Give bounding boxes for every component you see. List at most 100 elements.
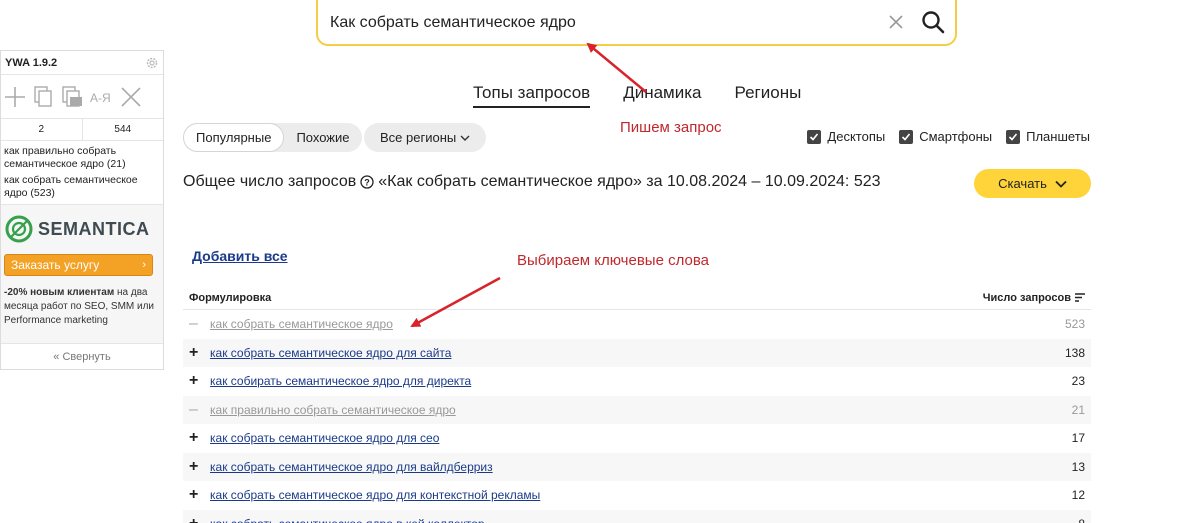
order-service-label: Заказать услугу: [11, 258, 100, 272]
promo-bold: -20% новым клиентам: [4, 287, 115, 298]
device-desktop[interactable]: Десктопы: [807, 129, 885, 144]
ywa-title: YWA 1.9.2: [5, 56, 58, 69]
table-row[interactable]: + как собирать семантическое ядро для дир…: [183, 367, 1091, 396]
add-all-link[interactable]: Добавить все: [192, 248, 288, 264]
promo-text: -20% новым клиентам на два месяца работ …: [4, 286, 160, 328]
svg-text:?: ?: [365, 178, 371, 188]
ywa-panel: YWA 1.9.2 А-Я 2 544 как правильно собрат…: [0, 50, 164, 370]
tabs: Топы запросов Динамика Регионы: [473, 83, 801, 108]
device-desktop-label: Десктопы: [827, 129, 886, 144]
query-phrase-link[interactable]: как собрать семантическое ядро для вайлд…: [210, 460, 1072, 474]
device-filters: Десктопы Смартфоны Планшеты: [807, 129, 1090, 144]
segment-popular[interactable]: Популярные: [183, 123, 285, 152]
checkbox-checked-icon[interactable]: [1006, 129, 1021, 144]
plus-icon[interactable]: +: [189, 515, 210, 523]
plus-icon[interactable]: +: [189, 486, 210, 504]
semantica-logo-icon: [5, 215, 33, 243]
gear-icon[interactable]: [145, 56, 159, 70]
region-label: Все регионы: [380, 130, 457, 145]
arrow-right-icon: ›: [142, 259, 146, 271]
ywa-toolbar: А-Я: [1, 75, 163, 119]
table-row[interactable]: + как собрать семантическое ядро для сео 1…: [183, 424, 1091, 453]
region-dropdown[interactable]: Все регионы: [364, 123, 487, 152]
plus-icon[interactable]: +: [189, 372, 210, 390]
table-row[interactable]: – как правильно собрать семантическое ядр…: [183, 395, 1091, 424]
checkbox-checked-icon[interactable]: [807, 129, 822, 144]
table-row[interactable]: +как собрать семантическое ядро в кей ко…: [183, 509, 1091, 523]
search-input[interactable]: [330, 12, 870, 34]
segment-similar[interactable]: Похожие: [284, 123, 361, 152]
ywa-count-left: 2: [1, 119, 83, 140]
query-count: 21: [1071, 402, 1085, 417]
query-phrase-link[interactable]: как собирать семантическое ядро для дире…: [210, 374, 1072, 388]
minus-icon[interactable]: –: [189, 401, 210, 419]
minus-icon[interactable]: –: [189, 315, 210, 333]
tab-dynamics[interactable]: Динамика: [623, 83, 701, 108]
query-phrase-link[interactable]: как собрать семантическое ядро для сайта: [210, 346, 1065, 360]
help-icon[interactable]: ?: [360, 175, 374, 189]
ywa-list-item[interactable]: как правильно собрать семантическое ядро…: [4, 145, 160, 171]
sort-icon: [1075, 293, 1085, 302]
close-icon[interactable]: [119, 85, 143, 109]
popularity-switch: Популярные Похожие: [183, 123, 362, 152]
semantica-ad: SEMANTICA Заказать услугу › -20% новым к…: [1, 205, 163, 355]
tab-tops[interactable]: Топы запросов: [473, 83, 591, 108]
semantica-brand: SEMANTICA: [38, 218, 150, 239]
table-body: – как собрать семантическое ядро 523 + как с…: [183, 310, 1091, 523]
column-phrase-header: Формулировка: [189, 291, 272, 304]
clear-icon[interactable]: [886, 12, 906, 32]
query-count: 13: [1071, 459, 1085, 474]
query-count: 23: [1071, 374, 1085, 389]
plus-icon[interactable]: +: [189, 458, 210, 476]
ywa-header: YWA 1.9.2: [1, 51, 163, 75]
query-phrase-link[interactable]: как собрать семантическое ядро для конте…: [210, 488, 1072, 502]
device-tablet[interactable]: Планшеты: [1006, 129, 1090, 144]
table-row[interactable]: + как собрать семантическое ядро для вайл…: [183, 452, 1091, 481]
column-count-label: Число запросов: [982, 291, 1071, 304]
query-count: 523: [1064, 317, 1085, 332]
query-count: 8: [1078, 517, 1085, 523]
query-count: 138: [1064, 345, 1085, 360]
total-detail: «Как собрать семантическое ядро» за 10.0…: [378, 173, 881, 190]
column-count-header[interactable]: Число запросов: [983, 292, 1085, 304]
queries-table: Формулировка Число запросов – как собрать…: [183, 286, 1091, 523]
collapse-button[interactable]: « Свернуть: [1, 343, 163, 369]
device-tablet-label: Планшеты: [1026, 129, 1090, 144]
checkbox-checked-icon[interactable]: [899, 129, 914, 144]
download-button[interactable]: Скачать: [974, 169, 1091, 198]
ywa-counts: 2 544: [1, 119, 163, 141]
plus-icon[interactable]: [3, 85, 27, 109]
svg-text:А-Я: А-Я: [90, 91, 111, 105]
query-phrase-link[interactable]: как собрать семантическое ядро для сео: [210, 431, 1072, 445]
copy-count-icon[interactable]: [59, 85, 85, 109]
annotation-keywords: Выбираем ключевые слова: [517, 252, 709, 269]
query-count: 12: [1071, 488, 1085, 503]
search-icon[interactable]: [920, 9, 946, 35]
plus-icon[interactable]: +: [189, 344, 210, 362]
table-row[interactable]: + как собрать семантическое ядро для конт…: [183, 481, 1091, 510]
query-phrase-link[interactable]: как собрать семантическое ядро в кей кол…: [210, 517, 1078, 523]
device-smartphone[interactable]: Смартфоны: [899, 129, 992, 144]
device-smartphone-label: Смартфоны: [919, 129, 993, 144]
ywa-list: как правильно собрать семантическое ядро…: [1, 141, 163, 205]
tab-regions[interactable]: Регионы: [735, 83, 802, 108]
sort-alphabet-icon[interactable]: А-Я: [89, 85, 115, 109]
total-label: Общее число запросов: [183, 173, 357, 190]
total-summary: Общее число запросов ? «Как собрать сема…: [183, 173, 881, 191]
ywa-count-right: 544: [114, 124, 132, 135]
search-bar: [316, 0, 957, 46]
query-phrase-link[interactable]: как правильно собрать семантическое ядро: [210, 403, 1072, 417]
chevron-down-icon: [1055, 180, 1067, 188]
download-label: Скачать: [998, 176, 1047, 191]
table-row[interactable]: + как собрать семантическое ядро для сайт…: [183, 338, 1091, 367]
query-phrase-link[interactable]: как собрать семантическое ядро: [210, 317, 1065, 331]
page: Топы запросов Динамика Регионы Пишем зап…: [0, 0, 1200, 523]
order-service-button[interactable]: Заказать услугу ›: [4, 254, 153, 276]
query-count: 17: [1071, 431, 1085, 446]
copy-icon[interactable]: [31, 85, 55, 109]
chevron-down-icon: [460, 135, 470, 141]
table-row[interactable]: – как собрать семантическое ядро 523: [183, 310, 1091, 339]
plus-icon[interactable]: +: [189, 429, 210, 447]
ywa-list-item[interactable]: как собрать семантическое ядро (523): [4, 174, 160, 200]
annotation-search: Пишем запрос: [620, 119, 722, 136]
